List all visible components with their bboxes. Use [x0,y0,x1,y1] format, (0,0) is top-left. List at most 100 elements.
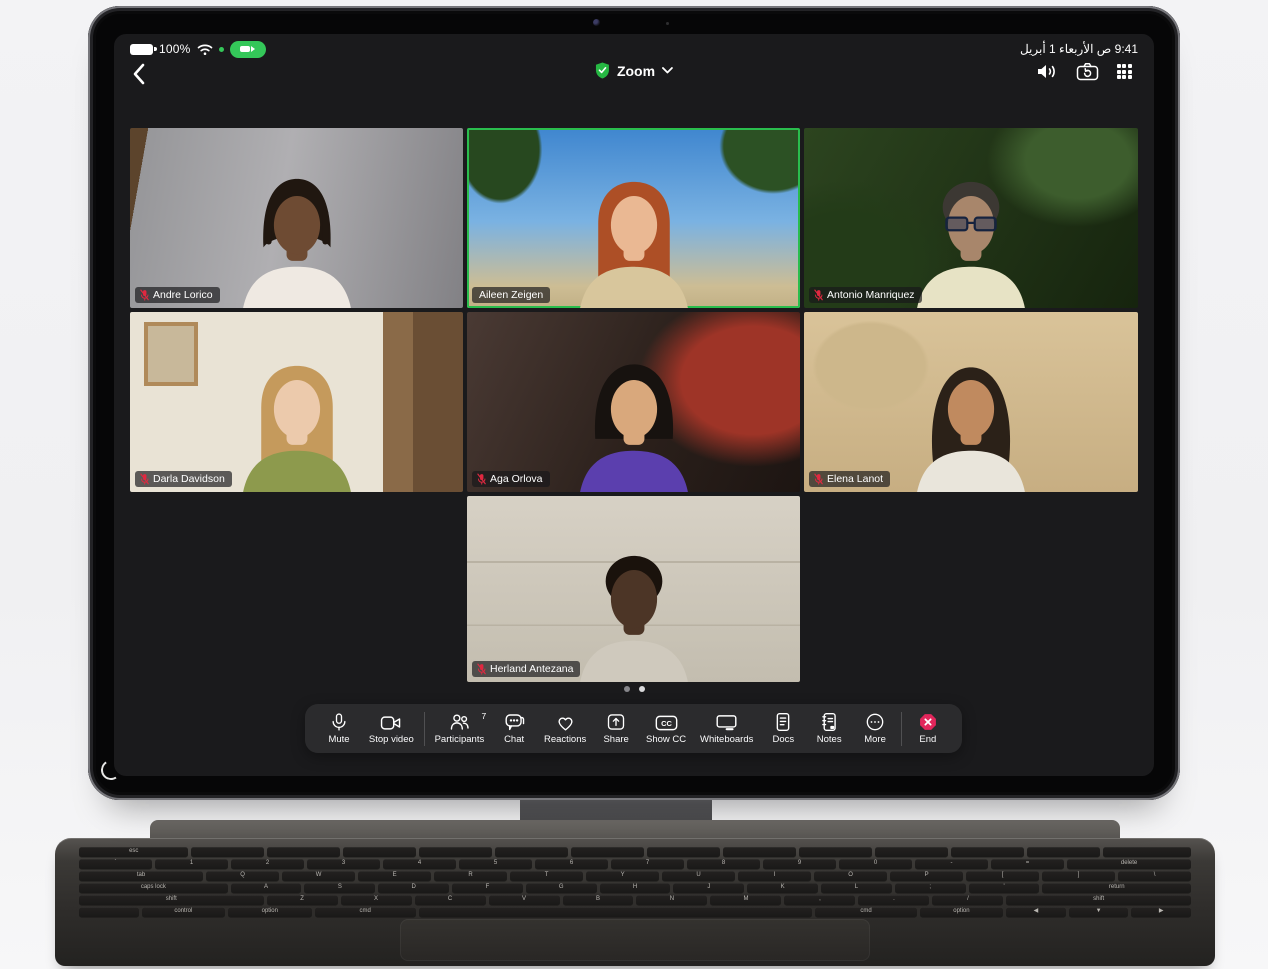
key-cmd[interactable]: cmd [815,907,916,917]
speaker-button[interactable] [1036,62,1058,81]
key-.[interactable]: . [858,895,929,905]
key-blank[interactable] [267,847,340,857]
show-cc-button[interactable]: CC Show CC [642,712,690,745]
key-blank[interactable] [191,847,264,857]
camera-in-use-indicator[interactable] [230,41,266,58]
key-shift[interactable]: shift [79,895,264,905]
key-m[interactable]: M [710,895,781,905]
participant-tile[interactable]: Aga Orlova [467,312,800,492]
page-dot-1[interactable] [639,686,645,692]
key-x[interactable]: X [341,895,412,905]
key-5[interactable]: 5 [459,859,532,869]
key-\[interactable]: \ [1118,871,1191,881]
end-button[interactable]: End [908,712,948,745]
key-/[interactable]: / [932,895,1003,905]
key-blank[interactable] [875,847,948,857]
participant-tile[interactable]: Herland Antezana [467,496,800,682]
meeting-title[interactable]: Zoom [595,62,673,79]
notes-button[interactable]: Notes [809,712,849,745]
key-esc[interactable]: esc [79,847,188,857]
participant-tile[interactable]: Darla Davidson [130,312,463,492]
key-4[interactable]: 4 [383,859,456,869]
more-button[interactable]: More [855,712,895,745]
key-g[interactable]: G [526,883,597,893]
key-9[interactable]: 9 [763,859,836,869]
key-8[interactable]: 8 [687,859,760,869]
key-h[interactable]: H [600,883,671,893]
key-▼[interactable]: ▼ [1069,907,1129,917]
key-`[interactable]: ` [79,859,152,869]
key-j[interactable]: J [673,883,744,893]
key-blank[interactable] [951,847,1024,857]
participant-tile[interactable]: Antonio Manriquez [804,128,1138,308]
key-shift[interactable]: shift [1006,895,1191,905]
key-o[interactable]: O [814,871,887,881]
key-blank[interactable] [343,847,416,857]
mute-button[interactable]: Mute [319,712,359,745]
key-n[interactable]: N [636,895,707,905]
key--[interactable]: - [915,859,988,869]
key-tab[interactable]: tab [79,871,203,881]
whiteboards-button[interactable]: Whiteboards [696,712,757,745]
key-option[interactable]: option [920,907,1003,917]
key-blank[interactable] [419,907,812,917]
key-,[interactable]: , [784,895,855,905]
key-a[interactable]: A [231,883,302,893]
key-s[interactable]: S [304,883,375,893]
key-z[interactable]: Z [267,895,338,905]
key-7[interactable]: 7 [611,859,684,869]
chat-button[interactable]: Chat [494,712,534,745]
key-2[interactable]: 2 [231,859,304,869]
key-[[interactable]: [ [966,871,1039,881]
key-=[interactable]: = [991,859,1064,869]
key-y[interactable]: Y [586,871,659,881]
key-option[interactable]: option [228,907,311,917]
key-return[interactable]: return [1042,883,1191,893]
key-▶[interactable]: ▶ [1131,907,1191,917]
key-w[interactable]: W [282,871,355,881]
key-r[interactable]: R [434,871,507,881]
participant-tile[interactable]: Elena Lanot [804,312,1138,492]
docs-button[interactable]: Docs [763,712,803,745]
key-c[interactable]: C [415,895,486,905]
key-caps-lock[interactable]: caps lock [79,883,228,893]
key-blank[interactable] [1027,847,1100,857]
key-1[interactable]: 1 [155,859,228,869]
participants-button[interactable]: 7 Participants [431,712,489,745]
key-k[interactable]: K [747,883,818,893]
key-blank[interactable] [495,847,568,857]
key-e[interactable]: E [358,871,431,881]
key-delete[interactable]: delete [1067,859,1191,869]
key-l[interactable]: L [821,883,892,893]
key-blank[interactable] [647,847,720,857]
key-blank[interactable] [571,847,644,857]
key-t[interactable]: T [510,871,583,881]
key-u[interactable]: U [662,871,735,881]
key-;[interactable]: ; [895,883,966,893]
key-3[interactable]: 3 [307,859,380,869]
stop-video-button[interactable]: Stop video [365,712,418,745]
key-6[interactable]: 6 [535,859,608,869]
key-◀[interactable]: ◀ [1006,907,1066,917]
key-][interactable]: ] [1042,871,1115,881]
key-blank[interactable] [419,847,492,857]
key-d[interactable]: D [378,883,449,893]
back-button[interactable] [132,61,158,87]
key-blank[interactable] [723,847,796,857]
trackpad[interactable] [400,919,870,961]
key-b[interactable]: B [563,895,634,905]
participant-tile[interactable]: Andre Lorico [130,128,463,308]
key-blank[interactable] [1103,847,1191,857]
key-control[interactable]: control [142,907,225,917]
gallery-grid-button[interactable] [1117,64,1132,79]
key-i[interactable]: I [738,871,811,881]
share-button[interactable]: Share [596,712,636,745]
reactions-button[interactable]: Reactions [540,712,590,745]
participant-tile[interactable]: Aileen Zeigen [467,128,800,308]
page-dot-0[interactable] [624,686,630,692]
key-blank[interactable] [799,847,872,857]
key-f[interactable]: F [452,883,523,893]
key-p[interactable]: P [890,871,963,881]
switch-camera-button[interactable] [1076,62,1099,81]
key-v[interactable]: V [489,895,560,905]
